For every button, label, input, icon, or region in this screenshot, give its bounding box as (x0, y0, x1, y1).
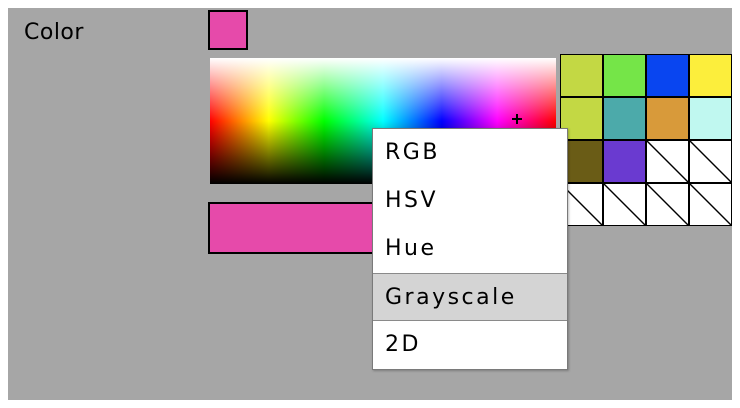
palette-swatch[interactable] (603, 140, 646, 183)
menu-item-hsv[interactable]: HSV (373, 177, 567, 225)
color-field-panel: Color RGB HSV Hue Grayscale 2D (8, 8, 732, 400)
menu-item-hue[interactable]: Hue (373, 225, 567, 273)
palette-swatch[interactable] (646, 97, 689, 140)
palette-swatch[interactable] (560, 54, 603, 97)
picker-crosshair-cursor[interactable] (512, 114, 522, 124)
color-field-label: Color (24, 20, 84, 45)
menu-item-grayscale[interactable]: Grayscale (373, 273, 567, 321)
palette-swatch[interactable] (689, 97, 732, 140)
selected-color-preview (208, 202, 378, 254)
color-palette-grid (560, 54, 732, 226)
palette-empty-slot[interactable] (689, 183, 732, 226)
menu-item-2d[interactable]: 2D (373, 321, 567, 369)
palette-swatch[interactable] (646, 54, 689, 97)
palette-swatch[interactable] (603, 54, 646, 97)
menu-item-rgb[interactable]: RGB (373, 129, 567, 177)
picker-mode-menu: RGB HSV Hue Grayscale 2D (372, 128, 568, 370)
palette-empty-slot[interactable] (646, 183, 689, 226)
palette-empty-slot[interactable] (646, 140, 689, 183)
palette-swatch[interactable] (603, 97, 646, 140)
current-color-swatch[interactable] (208, 10, 248, 50)
palette-empty-slot[interactable] (603, 183, 646, 226)
palette-empty-slot[interactable] (689, 140, 732, 183)
palette-swatch[interactable] (689, 54, 732, 97)
